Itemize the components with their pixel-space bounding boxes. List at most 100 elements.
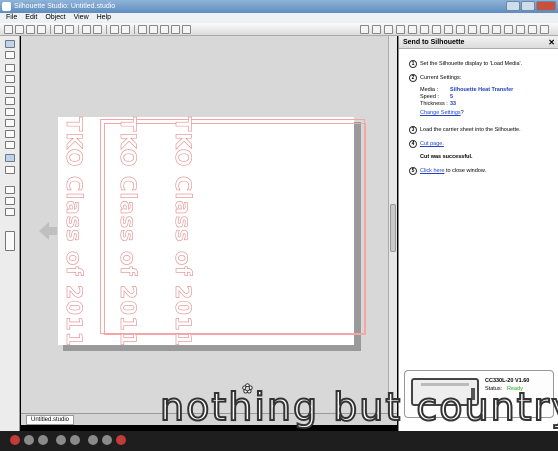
curve-tool-icon[interactable] <box>5 86 15 94</box>
window-title-bar: Silhouette Studio: Untitled.studio <box>0 0 558 13</box>
bottom-tool-icon[interactable] <box>56 435 66 445</box>
arrow-left-icon[interactable] <box>39 222 57 240</box>
panel-title: Send to Silhouette <box>403 39 465 46</box>
step-3-text: Load the carrier sheet into the Silhouet… <box>420 127 521 133</box>
step-5-badge: 5 <box>409 167 417 175</box>
bottom-tool-icon[interactable] <box>10 435 20 445</box>
media-value: Silhouette Heat Transfer <box>450 87 514 93</box>
replicate-icon[interactable] <box>456 25 465 34</box>
text-style-icon[interactable] <box>444 25 453 34</box>
scrollbar-thumb[interactable] <box>390 204 396 252</box>
speed-value: 5 <box>450 94 454 100</box>
menu-file[interactable]: File <box>6 13 17 23</box>
trace-icon[interactable] <box>480 25 489 34</box>
zoom-select-icon[interactable] <box>160 25 169 34</box>
redo-icon[interactable] <box>121 25 130 34</box>
menu-edit[interactable]: Edit <box>25 13 37 23</box>
close-window-row: Click here to close window. <box>420 168 487 174</box>
offset-icon[interactable] <box>504 25 513 34</box>
cut-send-icon[interactable] <box>65 25 74 34</box>
zoom-slider[interactable] <box>5 231 15 251</box>
rectangle-tool-icon[interactable] <box>5 108 15 116</box>
fit-page-icon[interactable] <box>182 25 191 34</box>
window-title: Silhouette Studio: Untitled.studio <box>14 3 116 10</box>
select-tool-icon[interactable] <box>5 40 15 48</box>
paste-icon[interactable] <box>93 25 102 34</box>
bottom-tool-icon[interactable] <box>102 435 112 445</box>
watermark-text: nothing but country <box>159 385 558 429</box>
bottom-tool-icon[interactable] <box>70 435 80 445</box>
text-tool-icon[interactable] <box>5 154 15 162</box>
line-tool-icon[interactable] <box>5 64 15 72</box>
rounded-rect-icon[interactable] <box>5 119 15 127</box>
save-icon[interactable] <box>26 25 35 34</box>
open-icon[interactable] <box>15 25 24 34</box>
grid-icon[interactable] <box>384 25 393 34</box>
step-1-badge: 1 <box>409 60 417 68</box>
transform-icon[interactable] <box>468 25 477 34</box>
step-3-badge: 3 <box>409 126 417 134</box>
thickness-label: Thickness : <box>420 101 448 107</box>
ellipse-tool-icon[interactable] <box>5 130 15 138</box>
modify-icon[interactable] <box>492 25 501 34</box>
arc-tool-icon[interactable] <box>5 97 15 105</box>
design-canvas[interactable]: TKO Class of 2011 TKO Class of 2011 TKO … <box>21 36 388 413</box>
change-settings-link[interactable]: Change Settings <box>420 110 461 116</box>
library-icon[interactable] <box>37 25 46 34</box>
zoom-out-icon[interactable] <box>149 25 158 34</box>
media-icon[interactable] <box>5 197 15 205</box>
page-setup-icon[interactable] <box>360 25 369 34</box>
step-2-badge: 2 <box>409 74 417 82</box>
draw-color-icon[interactable] <box>5 186 15 194</box>
bottom-tool-icon[interactable] <box>88 435 98 445</box>
cut-success-message: Cut was successful. <box>420 154 473 160</box>
tab-untitled[interactable]: Untitled.studio <box>26 415 75 425</box>
click-here-link[interactable]: Click here <box>420 168 444 174</box>
new-icon[interactable] <box>4 25 13 34</box>
design-text-line[interactable]: TKO Class of 2011 <box>171 117 196 348</box>
speed-label: Speed : <box>420 94 439 100</box>
thickness-value: 33 <box>450 101 457 107</box>
line-style-icon[interactable] <box>432 25 441 34</box>
panel-title-bar: Send to Silhouette ✕ <box>399 36 558 49</box>
undo-icon[interactable] <box>110 25 119 34</box>
line-color-icon[interactable] <box>420 25 429 34</box>
store-icon[interactable] <box>528 25 537 34</box>
send-to-silhouette-icon[interactable] <box>540 25 549 34</box>
design-text-line[interactable]: TKO Class of 2011 <box>62 117 87 348</box>
vertical-scrollbar[interactable] <box>388 36 397 413</box>
device-name: CC330L-20 V1.60 <box>485 378 530 384</box>
window-controls <box>506 1 556 11</box>
menu-object[interactable]: Object <box>45 13 65 23</box>
fill-icon[interactable] <box>408 25 417 34</box>
edit-points-icon[interactable] <box>5 51 15 59</box>
close-icon[interactable]: ✕ <box>548 38 555 47</box>
menu-view[interactable]: View <box>74 13 89 23</box>
close-window-button[interactable] <box>536 1 556 11</box>
zoom-in-icon[interactable] <box>138 25 147 34</box>
freehand-tool-icon[interactable] <box>5 141 15 149</box>
cut-style-icon[interactable] <box>516 25 525 34</box>
menu-bar: File Edit Object View Help <box>0 13 558 23</box>
menu-help[interactable]: Help <box>97 13 111 23</box>
minimize-button[interactable] <box>506 1 520 11</box>
align-icon[interactable] <box>396 25 405 34</box>
registration-icon[interactable] <box>5 208 15 216</box>
maximize-button[interactable] <box>521 1 535 11</box>
cut-page-link[interactable]: Cut page. <box>420 141 444 148</box>
print-icon[interactable] <box>54 25 63 34</box>
eraser-tool-icon[interactable] <box>5 166 15 174</box>
pan-icon[interactable] <box>171 25 180 34</box>
bottom-tool-icon[interactable] <box>116 435 126 445</box>
bottom-tool-icon[interactable] <box>38 435 48 445</box>
design-text-line[interactable]: TKO Class of 2011 <box>116 117 141 348</box>
send-to-silhouette-panel: Send to Silhouette ✕ 1 Set the Silhouett… <box>398 36 558 431</box>
cutting-mat-page[interactable]: TKO Class of 2011 TKO Class of 2011 TKO … <box>58 117 366 348</box>
app-icon <box>2 2 11 11</box>
bottom-tool-icon[interactable] <box>24 435 34 445</box>
send-icon[interactable] <box>372 25 381 34</box>
copy-icon[interactable] <box>82 25 91 34</box>
polygon-tool-icon[interactable] <box>5 75 15 83</box>
change-settings-row: Change Settings? <box>420 110 464 116</box>
media-label: Media : <box>420 87 439 93</box>
